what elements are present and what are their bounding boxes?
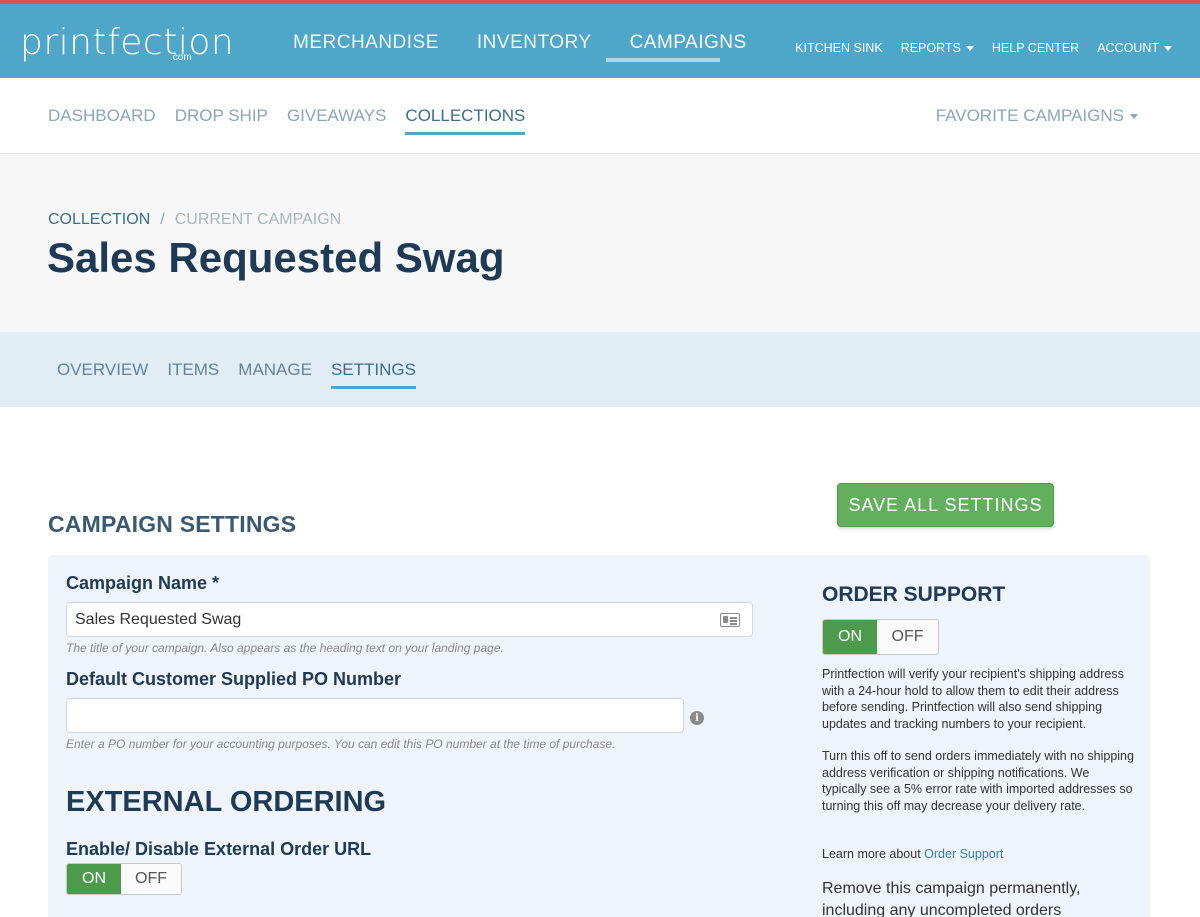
tab-manage[interactable]: MANAGE: [238, 360, 312, 386]
tabs-list: OVERVIEW ITEMS MANAGE SETTINGS: [57, 360, 416, 389]
printfection-logo[interactable]: printfection: [20, 22, 234, 63]
top-bar: printfection .com MERCHANDISE INVENTORY …: [0, 0, 1200, 78]
order-support-title: ORDER SUPPORT: [822, 583, 1006, 606]
campaign-settings-title: CAMPAIGN SETTINGS: [48, 511, 297, 537]
campaign-name-help: The title of your campaign. Also appears…: [66, 641, 504, 655]
order-support-toggle[interactable]: ON OFF: [822, 619, 939, 655]
utility-nav: KITCHEN SINK REPORTS HELP CENTER ACCOUNT: [795, 41, 1172, 55]
breadcrumb-collection[interactable]: COLLECTION: [48, 211, 150, 229]
main-nav: MERCHANDISE INVENTORY CAMPAIGNS: [293, 32, 747, 62]
nav-help-center-label: HELP CENTER: [991, 41, 1080, 55]
nav-inventory[interactable]: INVENTORY: [477, 32, 592, 54]
order-support-off-description: Turn this off to send orders immediately…: [822, 749, 1134, 813]
order-support-on[interactable]: ON: [823, 620, 878, 654]
page-header: COLLECTION / CURRENT CAMPAIGN Sales Requ…: [0, 154, 1200, 332]
subnav-drop-ship[interactable]: DROP SHIP: [175, 106, 268, 132]
nav-reports-label: REPORTS: [900, 41, 961, 55]
caret-down-icon: [965, 45, 974, 51]
caret-down-icon: [1130, 113, 1138, 119]
caret-down-icon: [1164, 45, 1172, 51]
active-nav-indicator: [606, 58, 720, 62]
learn-more-prefix: Learn more about: [822, 847, 921, 861]
breadcrumb: COLLECTION / CURRENT CAMPAIGN: [48, 211, 341, 229]
breadcrumb-separator: /: [160, 211, 165, 228]
external-order-toggle[interactable]: ON OFF: [66, 863, 182, 895]
remove-campaign-text: Remove this campaign permanently, includ…: [822, 880, 1081, 917]
subnav-dashboard[interactable]: DASHBOARD: [48, 106, 156, 132]
nav-merchandise[interactable]: MERCHANDISE: [293, 32, 439, 54]
sub-nav-links: DASHBOARD DROP SHIP GIVEAWAYS COLLECTION…: [48, 106, 525, 135]
campaign-name-value: Sales Requested Swag: [75, 610, 242, 628]
external-order-on[interactable]: ON: [67, 864, 122, 894]
campaign-name-label: Campaign Name *: [66, 573, 220, 593]
tab-items[interactable]: ITEMS: [167, 360, 219, 386]
po-number-input[interactable]: [66, 698, 684, 733]
campaign-name-input[interactable]: Sales Requested Swag: [66, 602, 753, 637]
order-support-learn-more: Learn more about Order Support: [822, 846, 1137, 863]
nav-campaigns[interactable]: CAMPAIGNS: [630, 32, 747, 54]
nav-kitchen-sink-label: KITCHEN SINK: [795, 41, 883, 55]
subnav-collections[interactable]: COLLECTIONS: [405, 106, 525, 135]
order-support-description: Printfection will verify your recipient'…: [822, 667, 1124, 731]
logo-suffix: .com: [170, 52, 192, 63]
tab-settings[interactable]: SETTINGS: [330, 360, 416, 389]
nav-reports[interactable]: REPORTS: [901, 41, 974, 55]
po-number-help: Enter a PO number for your accounting pu…: [66, 737, 616, 751]
nav-account[interactable]: ACCOUNT: [1097, 41, 1172, 55]
external-order-url-label: Enable/ Disable External Order URL: [66, 839, 372, 859]
subnav-giveaways[interactable]: GIVEAWAYS: [287, 106, 387, 132]
save-all-settings-button[interactable]: SAVE ALL SETTINGS: [837, 483, 1054, 527]
tab-overview[interactable]: OVERVIEW: [57, 360, 148, 386]
external-order-off[interactable]: OFF: [121, 864, 181, 894]
order-support-link[interactable]: Order Support: [924, 847, 1003, 861]
external-ordering-title: EXTERNAL ORDERING: [66, 786, 387, 818]
nav-help-center[interactable]: HELP CENTER: [992, 41, 1079, 55]
id-card-icon: [720, 613, 740, 627]
breadcrumb-current: CURRENT CAMPAIGN: [174, 211, 342, 228]
nav-account-label: ACCOUNT: [1097, 41, 1159, 55]
po-number-label: Default Customer Supplied PO Number: [66, 669, 402, 689]
favorite-campaigns-label: FAVORITE CAMPAIGNS: [935, 106, 1124, 125]
favorite-campaigns-dropdown[interactable]: FAVORITE CAMPAIGNS: [936, 106, 1138, 126]
campaign-tabs: OVERVIEW ITEMS MANAGE SETTINGS: [0, 332, 1200, 407]
sub-nav: DASHBOARD DROP SHIP GIVEAWAYS COLLECTION…: [0, 78, 1200, 154]
info-icon[interactable]: i: [690, 711, 704, 725]
page-title: Sales Requested Swag: [47, 234, 505, 281]
nav-kitchen-sink[interactable]: KITCHEN SINK: [795, 41, 883, 55]
order-support-off[interactable]: OFF: [877, 620, 938, 654]
